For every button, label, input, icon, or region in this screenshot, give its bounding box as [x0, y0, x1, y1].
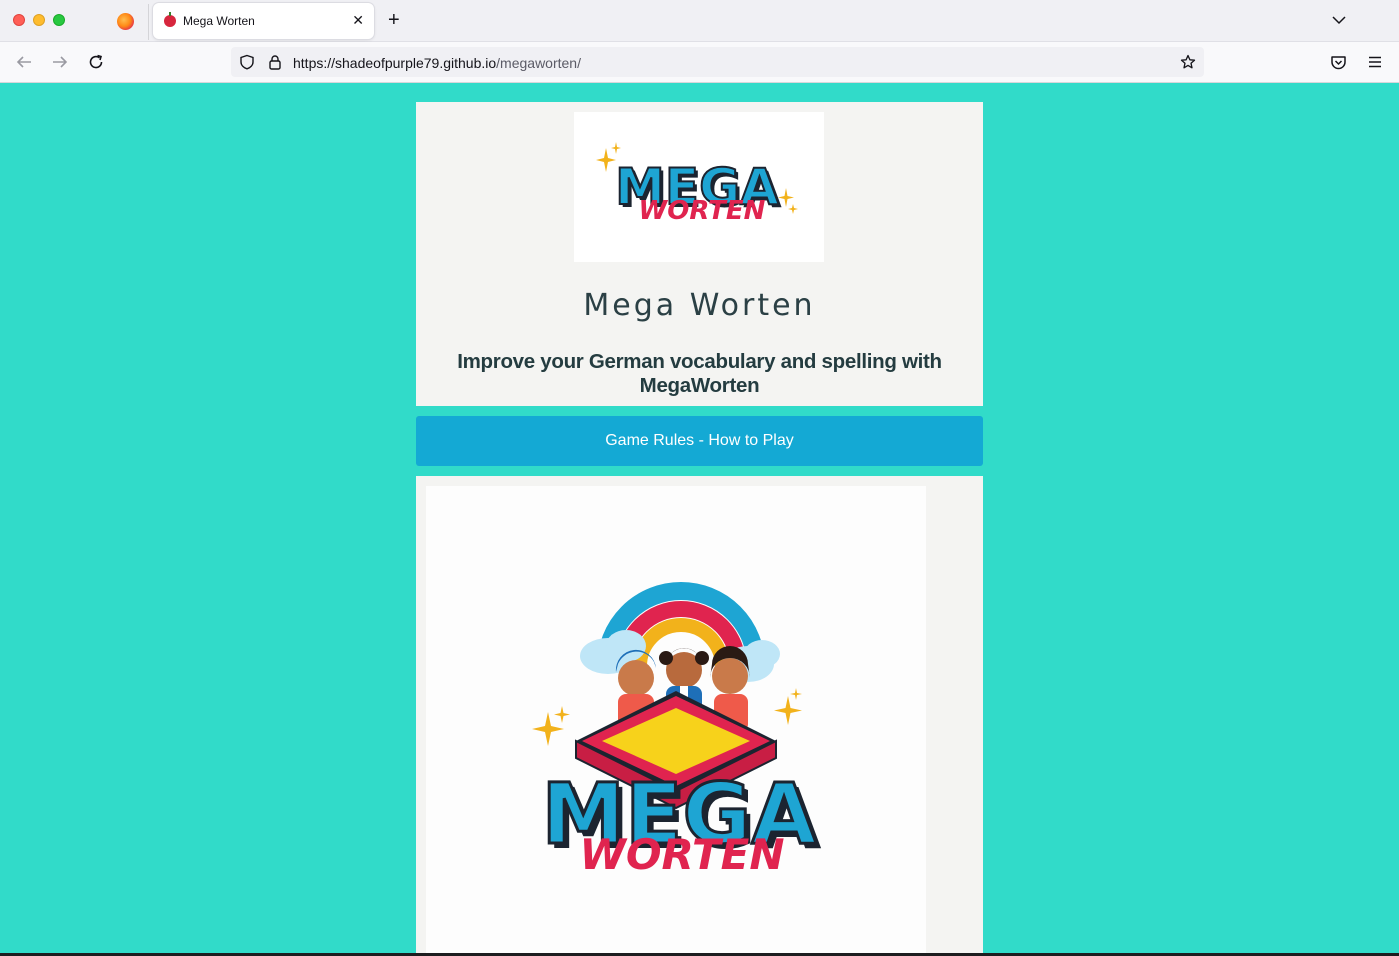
chevron-down-icon[interactable] [1331, 12, 1347, 28]
hero-image-card: MEGA MEGA WORTEN [416, 476, 983, 956]
forward-arrow-icon[interactable] [51, 53, 69, 71]
url-host: https://shadeofpurple79.github.io [293, 55, 497, 71]
hamburger-menu-icon[interactable] [1367, 54, 1383, 70]
browser-tab-bar: Mega Worten ✕ + [0, 0, 1399, 42]
url-path: /megaworten/ [496, 55, 581, 71]
tab-separator [148, 4, 149, 40]
tab-mega-worten[interactable]: Mega Worten ✕ [153, 3, 374, 39]
tab-close-icon[interactable]: ✕ [352, 12, 364, 28]
site-logo[interactable]: MEGA MEGA WORTEN [574, 112, 824, 262]
header-card: MEGA MEGA WORTEN Mega Worten Improve you… [416, 102, 983, 406]
tab-title: Mega Worten [183, 14, 255, 28]
star-icon[interactable] [1180, 54, 1196, 70]
mega-worten-logo-image: MEGA MEGA WORTEN [596, 142, 798, 226]
shield-icon[interactable] [239, 54, 255, 70]
reload-icon[interactable] [87, 53, 105, 71]
close-window-button[interactable] [13, 14, 25, 26]
new-tab-button[interactable]: + [388, 10, 400, 30]
browser-nav-bar: https://shadeofpurple79.github.io/megawo… [0, 42, 1399, 83]
logo-text-worten: WORTEN [639, 196, 766, 226]
hero-logo-worten: WORTEN [580, 830, 785, 879]
game-rules-button[interactable]: Game Rules - How to Play [416, 416, 983, 466]
hero-image: MEGA MEGA WORTEN [426, 486, 926, 956]
pocket-icon[interactable] [1330, 54, 1347, 71]
page-title: Mega Worten [583, 288, 816, 323]
minimize-window-button[interactable] [33, 14, 45, 26]
hero-illustration: MEGA MEGA WORTEN [532, 582, 821, 879]
page-subtitle: Improve your German vocabulary and spell… [457, 350, 942, 397]
url-bar[interactable]: https://shadeofpurple79.github.io/megawo… [231, 47, 1204, 77]
url-text[interactable]: https://shadeofpurple79.github.io/megawo… [293, 55, 581, 71]
back-arrow-icon[interactable] [15, 53, 33, 71]
apple-favicon-icon [164, 12, 176, 27]
lock-icon[interactable] [267, 54, 283, 70]
firefox-icon [117, 13, 134, 30]
zoom-window-button[interactable] [53, 14, 65, 26]
